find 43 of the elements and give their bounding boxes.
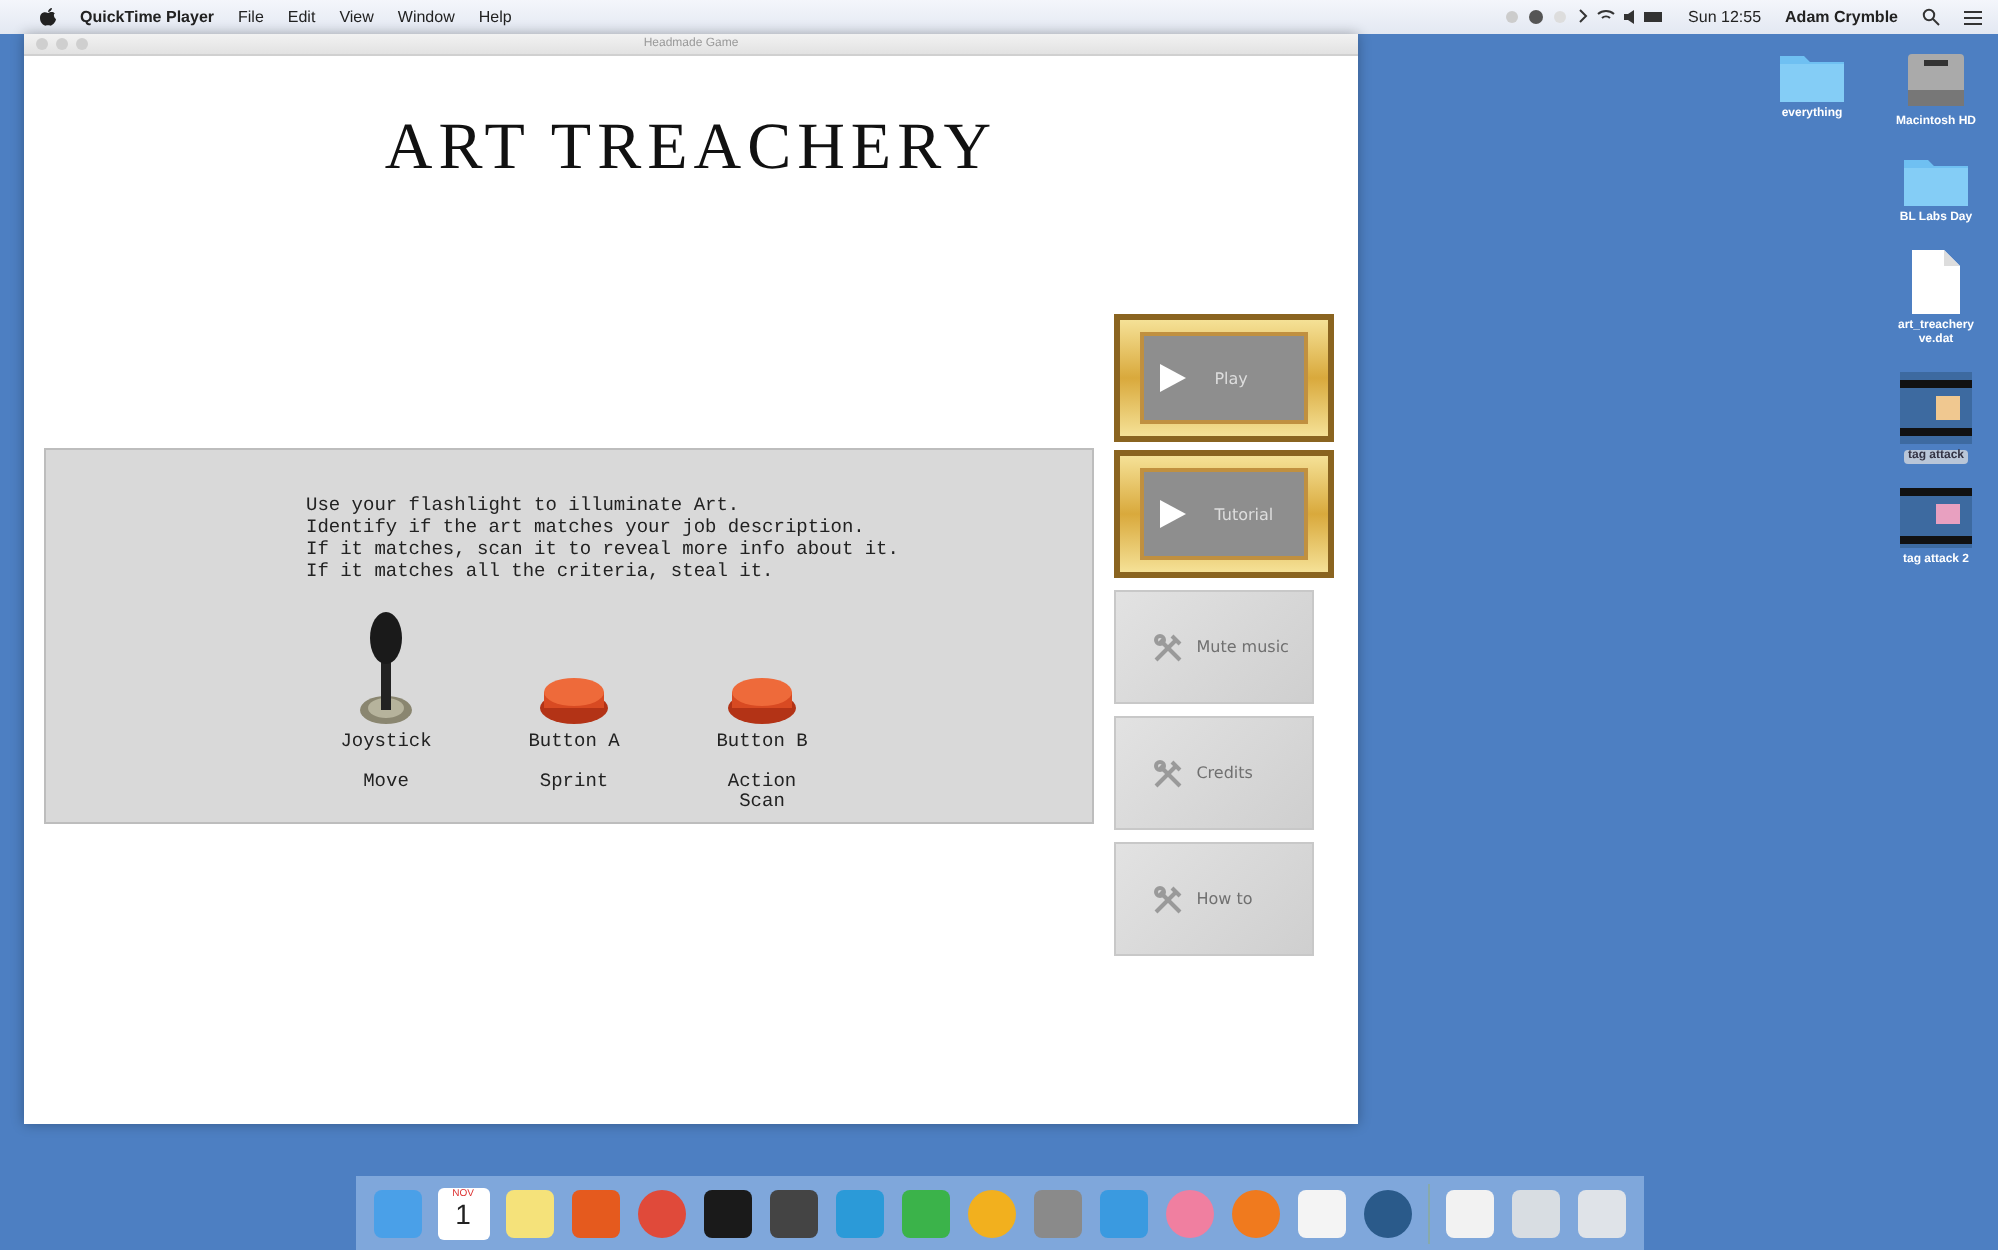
framed-menu-button[interactable]: Play	[1114, 314, 1335, 442]
app-icon[interactable]	[701, 1187, 753, 1239]
list-icon[interactable]	[1964, 9, 1982, 25]
control-action: Move	[361, 771, 411, 791]
app-menu[interactable]: QuickTime Player	[80, 8, 214, 26]
arcade-button-icon	[726, 673, 798, 725]
user-name[interactable]: Adam Crymble	[1785, 8, 1898, 26]
framed-menu-button[interactable]: Tutorial	[1114, 450, 1335, 578]
menu-item[interactable]: Window	[397, 8, 455, 26]
menu-item[interactable]: View	[339, 8, 374, 26]
play-icon	[1160, 364, 1187, 392]
menu-item[interactable]: File	[238, 8, 264, 26]
status-icons[interactable]	[1504, 8, 1665, 26]
game-title: ART TREACHERY	[382, 112, 1000, 186]
arcade-button-icon	[538, 673, 610, 725]
paper-menu-button[interactable]: How to	[1114, 842, 1315, 956]
instruction-line: Identify if the art matches your job description.	[306, 515, 867, 537]
joystick-icon	[356, 609, 416, 725]
instruction-line: If it matches all the criteria, steal it.	[306, 559, 776, 581]
control-name: Button A	[528, 729, 620, 751]
instruction-line: If it matches, scan it to reveal more info about it.	[306, 537, 901, 559]
play-icon	[1160, 500, 1187, 528]
clock: Sun 12:55	[1688, 8, 1762, 26]
control-action: Sprint	[537, 771, 611, 791]
tools-icon	[1152, 883, 1185, 915]
instruction-line: Use your flashlight to illuminate Art.	[306, 493, 742, 515]
search-icon[interactable]	[1922, 8, 1940, 26]
apple-icon	[40, 8, 56, 26]
folder-icon	[1780, 50, 1844, 102]
document-icon	[1912, 250, 1960, 314]
app-icon[interactable]	[767, 1187, 819, 1239]
control-action: Action Scan	[725, 771, 799, 811]
menu-item[interactable]: Edit	[287, 8, 316, 26]
tools-icon	[1152, 757, 1185, 789]
menu-item[interactable]: Help	[478, 8, 512, 26]
control-name: Joystick	[340, 729, 432, 751]
folder-icon	[1904, 154, 1968, 206]
control-name: Button B	[716, 729, 808, 751]
paper-menu-button[interactable]: Mute music	[1114, 590, 1315, 704]
video-thumbnail-icon	[1900, 488, 1972, 548]
paper-menu-button[interactable]: Credits	[1114, 716, 1315, 830]
video-thumbnail-icon	[1900, 372, 1972, 444]
tools-icon	[1152, 631, 1185, 663]
